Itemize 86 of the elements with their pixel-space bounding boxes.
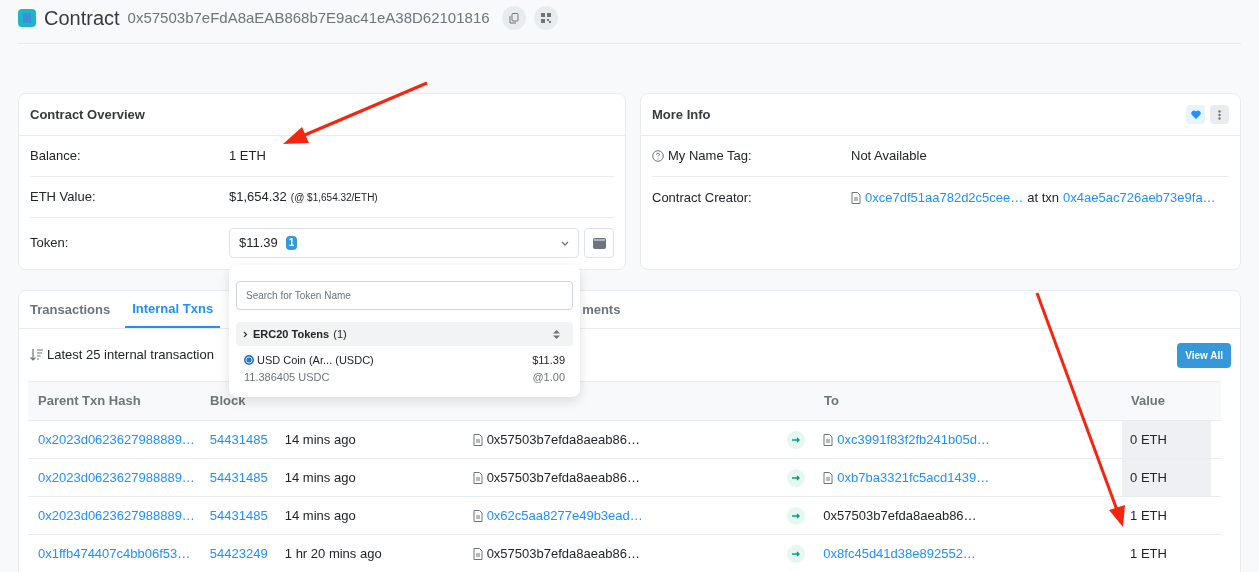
block-link[interactable]: 54431485 <box>209 507 268 523</box>
favorite-button[interactable] <box>1186 105 1205 124</box>
wallet-icon <box>592 237 606 249</box>
contract-logo-icon <box>18 9 36 27</box>
value-cell: 0 ETH <box>1122 459 1211 496</box>
address-link[interactable]: 0xb7ba3321fc5acd1439… <box>837 467 990 488</box>
token-rate: @1.00 <box>532 369 565 385</box>
view-all-button[interactable]: View All <box>1177 342 1231 368</box>
usdc-coin-icon <box>244 355 254 366</box>
txn-hash-link[interactable]: 0x2023d0623627988889… <box>38 507 195 523</box>
address-link[interactable]: 0x62c5aa8277e49b3ead… <box>486 505 643 526</box>
page-title: Contract <box>44 6 120 31</box>
qr-code-icon <box>540 13 551 23</box>
direction-icon <box>787 468 806 487</box>
qr-code-button[interactable] <box>533 6 558 30</box>
copy-icon <box>508 12 519 24</box>
field-label: Token: <box>30 234 70 253</box>
group-title: ERC20 Tokens <box>253 326 330 342</box>
age-text: 14 mins ago <box>284 469 356 485</box>
card-title: Contract Overview <box>30 105 145 124</box>
document-icon <box>472 433 483 446</box>
column-header: Block <box>210 393 246 409</box>
eth-rate: (@ $1,654.32/ETH) <box>290 190 378 205</box>
wallet-button[interactable] <box>584 228 614 258</box>
document-icon <box>823 433 834 446</box>
token-search-field[interactable]: Search for Token Name <box>236 281 573 310</box>
txn-hash-link[interactable]: 0x2023d0623627988889… <box>38 469 195 485</box>
token-count-badge: 1 <box>285 236 298 250</box>
field-label: Contract Creator: <box>652 188 753 207</box>
txn-hash-link[interactable]: 0x1ffb474407c4bb06f53… <box>38 545 191 561</box>
tab[interactable]: Internal Txns <box>125 291 221 328</box>
age-text: 1 hr 20 mins ago <box>284 545 382 561</box>
token-name: USD Coin (Ar... (USDC) <box>257 353 374 368</box>
creation-txn-link[interactable]: 0x4ae5ac726aeb73e9fa… <box>1063 187 1216 208</box>
balance-value: 1 ETH <box>229 147 266 166</box>
tab[interactable]: Transactions <box>30 291 116 328</box>
group-count: (1) <box>333 326 347 342</box>
card-title: More Info <box>652 105 711 124</box>
tab[interactable]: ments <box>582 291 621 328</box>
document-icon <box>851 191 861 204</box>
at-txn-text: at txn <box>1027 188 1060 207</box>
token-amount: 11.386405 USDC <box>244 369 330 385</box>
token-group-header[interactable]: ERC20 Tokens (1) <box>236 322 573 346</box>
creator-address-link[interactable]: 0xce7df51aa782d2c5cee… <box>865 187 1024 208</box>
block-link[interactable]: 54431485 <box>209 431 268 447</box>
heart-icon <box>1190 110 1201 119</box>
field-label: Balance: <box>30 147 82 166</box>
sort-icon <box>553 329 560 339</box>
more-options-button[interactable] <box>1210 105 1229 124</box>
address-text: 0x57503b7efda8aeab86… <box>486 544 640 563</box>
document-icon <box>823 471 834 484</box>
address-text: 0x57503b7efda8aeab86… <box>823 506 977 525</box>
contract-address: 0x57503b7eFdA8aEAB868b7E9ac41eA38D62101816 <box>127 7 490 28</box>
txn-hash-link[interactable]: 0x2023d0623627988889… <box>38 431 195 447</box>
block-link[interactable]: 54431485 <box>209 469 268 485</box>
address-link[interactable]: 0x8fc45d41d38e892552… <box>823 543 976 564</box>
address-text: 0x57503b7efda8aeab86… <box>486 468 640 487</box>
chevron-icon <box>243 330 248 338</box>
field-label: My Name Tag: <box>668 147 752 166</box>
token-select[interactable]: $11.39 1 <box>229 228 579 258</box>
block-link[interactable]: 54423249 <box>209 545 268 561</box>
column-header: Parent Txn Hash <box>38 393 141 409</box>
age-text: 14 mins ago <box>284 431 356 447</box>
field-label: ETH Value: <box>30 188 97 207</box>
direction-icon <box>787 430 806 449</box>
token-item[interactable]: USD Coin (Ar... (USDC) $11.39 11.386405 USDC @1.00 <box>236 352 573 385</box>
copy-button[interactable] <box>501 6 526 30</box>
more-icon <box>1218 109 1221 120</box>
name-tag-value: Not Available <box>851 147 927 166</box>
address-text: 0x57503b7efda8aeab86… <box>486 430 640 449</box>
value-cell: 0 ETH <box>1122 421 1211 458</box>
direction-icon <box>787 506 806 525</box>
column-header: Value <box>1131 393 1165 409</box>
column-header: To <box>824 393 839 409</box>
document-icon <box>472 471 483 484</box>
help-icon <box>652 150 664 162</box>
document-icon <box>472 547 483 560</box>
age-text: 14 mins ago <box>284 507 356 523</box>
chevron-icon <box>561 240 569 246</box>
summary-text: Latest 25 internal transaction <box>47 346 214 365</box>
token-value: $11.39 <box>532 353 565 368</box>
document-icon <box>472 509 483 522</box>
direction-icon <box>787 544 806 563</box>
eth-value: $1,654.32 <box>229 188 287 207</box>
sort-icon <box>30 349 43 361</box>
address-link[interactable]: 0xc3991f83f2fb241b05d… <box>837 429 990 450</box>
